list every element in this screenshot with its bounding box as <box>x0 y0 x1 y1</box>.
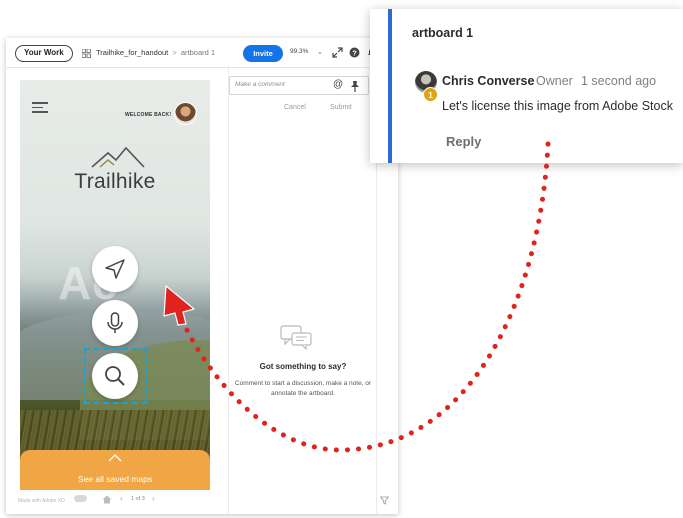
commenter-name: Chris Converse <box>442 74 535 88</box>
xd-share-window: Your Work Trailhike_for_handout > artboa… <box>6 38 398 514</box>
comments-panel: Make a comment @ Cancel Submit Got somet… <box>228 68 376 514</box>
saved-maps-label: See all saved maps <box>77 474 153 484</box>
thread-title: artboard 1 <box>412 26 474 40</box>
grid-icon[interactable] <box>82 49 91 58</box>
mountain-logo-icon <box>91 146 145 168</box>
artboard-crumb[interactable]: artboard 1 <box>181 48 215 57</box>
hamburger-menu-icon[interactable] <box>32 102 48 116</box>
pin-icon[interactable] <box>350 80 360 92</box>
comment-timestamp: 1 second ago <box>581 74 657 88</box>
comment-number-badge: 1 <box>423 87 438 102</box>
filter-icon[interactable] <box>380 496 389 505</box>
home-icon[interactable] <box>102 495 112 504</box>
help-icon[interactable]: ? <box>349 47 360 58</box>
breadcrumb-separator: > <box>172 48 177 57</box>
top-toolbar: Your Work Trailhike_for_handout > artboa… <box>6 38 398 68</box>
zoom-level[interactable]: 99.3% <box>290 48 308 55</box>
microphone-icon <box>107 312 123 333</box>
mention-icon[interactable]: @ <box>333 79 343 90</box>
welcome-text: WELCOME BACK! <box>125 112 172 118</box>
svg-text:?: ? <box>352 48 357 57</box>
empty-state-title: Got something to say? <box>259 362 347 371</box>
your-work-button[interactable]: Your Work <box>15 45 73 62</box>
viewer-footer: Made with Adobe XD ‹ 1 of 3 › <box>6 494 228 514</box>
avatar[interactable] <box>174 102 197 125</box>
comment-placeholder: Make a comment <box>235 81 285 88</box>
commenter-role: Owner <box>536 74 573 88</box>
breadcrumb: Trailhike_for_handout > artboard 1 <box>96 48 215 57</box>
invite-button[interactable]: Invite <box>243 45 283 62</box>
chevron-down-icon[interactable]: ⌄ <box>317 48 323 56</box>
brand-title: Trailhike <box>74 170 156 193</box>
next-artboard-button[interactable]: › <box>152 494 155 503</box>
hotspot-toggle[interactable] <box>74 495 87 502</box>
comment-text: Let's license this image from Adobe Stoc… <box>442 99 673 113</box>
saved-maps-bar[interactable]: See all saved maps <box>20 450 210 490</box>
empty-state-text: Comment to start a discussion, make a no… <box>234 380 372 397</box>
document-name[interactable]: Trailhike_for_handout <box>96 48 168 57</box>
previous-artboard-button[interactable]: ‹ <box>120 494 123 503</box>
hotspot-selection <box>84 348 147 404</box>
artboard-preview[interactable]: WELCOME BACK! Trailhike Ac See all saved… <box>20 80 210 490</box>
voice-search-button[interactable] <box>92 300 138 346</box>
fullscreen-icon[interactable] <box>332 47 343 58</box>
active-thread-indicator <box>388 9 392 163</box>
cancel-button[interactable]: Cancel <box>284 104 306 111</box>
comment-callout: artboard 1 1 Chris Converse Owner 1 seco… <box>370 9 683 163</box>
comment-input[interactable]: Make a comment @ <box>229 76 369 95</box>
made-with-label: Made with Adobe XD <box>18 498 65 504</box>
chat-bubbles-icon <box>280 325 312 350</box>
submit-button[interactable]: Submit <box>330 104 352 111</box>
page-indicator: 1 of 3 <box>131 496 145 502</box>
chevron-up-icon <box>108 454 122 462</box>
navigate-button[interactable] <box>92 246 138 292</box>
reply-button[interactable]: Reply <box>446 134 481 149</box>
navigate-icon <box>105 259 125 279</box>
